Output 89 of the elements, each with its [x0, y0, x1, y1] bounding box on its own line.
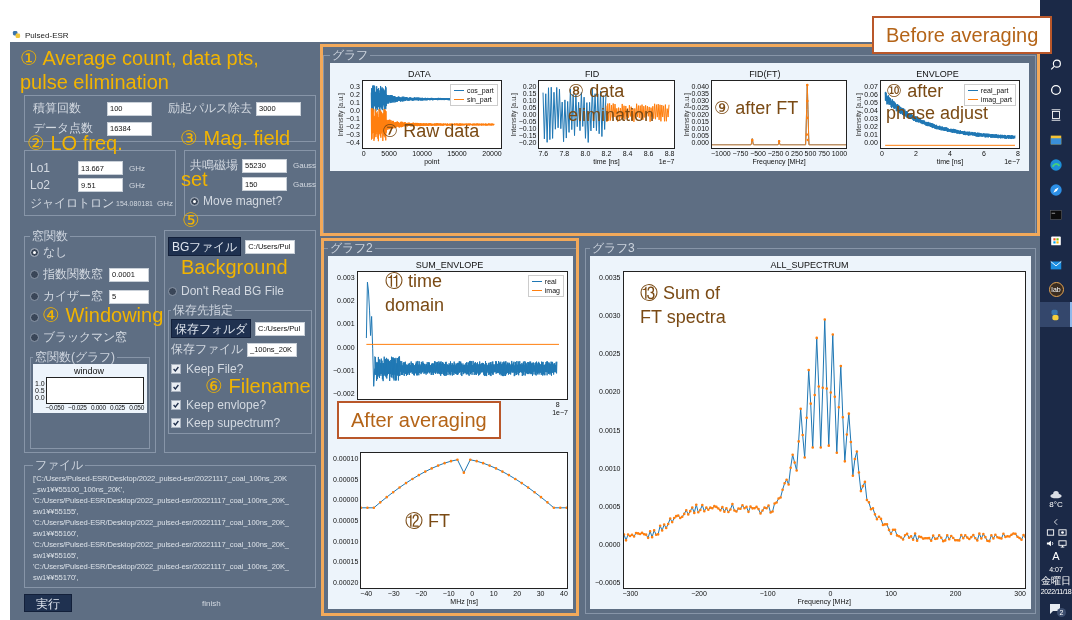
taskbar-button[interactable]: [1040, 302, 1072, 327]
window-title: Pulsed-ESR: [25, 31, 69, 40]
annotation-text: Before averaging: [872, 16, 1053, 54]
group-label: グラフ2: [329, 242, 374, 254]
radio-button[interactable]: [30, 248, 39, 257]
annotation-text: ④ Windowing: [42, 305, 164, 325]
plot-title: FID: [583, 68, 601, 80]
plot-title: SUM_ENVLOPE: [414, 259, 485, 271]
field-label: 励起パルス除去: [168, 100, 252, 117]
app-icon: [12, 30, 21, 39]
annotation-text: domain: [385, 294, 445, 316]
field-label: 保存ファイル: [171, 341, 243, 358]
checkbox[interactable]: [171, 381, 181, 392]
annotation-text: ③ Mag. field: [180, 128, 291, 148]
option-label: Keep supectrum?: [186, 415, 281, 430]
checkbox[interactable]: [171, 417, 181, 428]
unit-label: Gauss: [293, 179, 317, 189]
annotation-text: ⑥ Filename: [205, 376, 311, 396]
option-label: Move magnet?: [203, 194, 283, 208]
option-label: カイザー窓: [43, 289, 103, 303]
field-label: Lo2: [30, 178, 52, 192]
annotation-text: ⑤: [182, 210, 200, 230]
plot-title: DATA: [407, 68, 432, 80]
annotation-text: ⑧ data: [568, 80, 625, 102]
annotation-text: ① Average count, data pts,: [20, 48, 259, 68]
network-icon: [1057, 539, 1067, 548]
plot-title: window: [73, 365, 105, 377]
terminal-icon: [1049, 207, 1063, 222]
clock-day: 金曜日: [1041, 575, 1071, 587]
device-icon: [1045, 528, 1055, 537]
group-label: 窓関数(グラフ): [34, 351, 116, 363]
group-label: ファイル: [34, 459, 84, 471]
bg-file-button[interactable]: BGファイル: [168, 237, 242, 256]
annotation-text: Background: [181, 257, 288, 277]
group-label: グラフ: [331, 49, 369, 61]
cloud-icon: [1049, 490, 1063, 499]
radio-button[interactable]: [30, 270, 39, 279]
plot-title: FID(FT): [748, 68, 782, 80]
message-icon: [1049, 603, 1061, 615]
annotation-text: After averaging: [337, 401, 501, 439]
field-label: ジャイロトロン: [30, 195, 114, 212]
option-label: 指数関数窓: [43, 267, 103, 281]
field-label: Lo1: [30, 161, 52, 175]
camera-icon: [1057, 528, 1067, 537]
unit-label: Gauss: [293, 161, 317, 170]
unit-label: GHz: [129, 163, 145, 173]
option-label: Keep envlope?: [186, 397, 267, 412]
group-label: 窓関数: [31, 230, 69, 242]
option-label: Don't Read BG File: [181, 284, 284, 298]
chevron-icon: [1052, 518, 1060, 526]
task-view-icon: [1049, 107, 1063, 122]
input-mode-text[interactable]: A: [1052, 551, 1060, 562]
plot-title: ENVLOPE: [915, 68, 960, 80]
radio-button[interactable]: [30, 312, 39, 322]
annotation-text: ② LO freq.: [27, 133, 123, 153]
status-text: finish: [201, 598, 222, 608]
option-label: なし: [43, 245, 67, 259]
speaker-icon: [1045, 539, 1055, 548]
field-label: データ点数: [33, 120, 94, 135]
annotation-text: ⑪ time: [385, 270, 442, 292]
checkbox[interactable]: [171, 363, 181, 374]
swirl-icon: [1049, 157, 1063, 172]
annotation-text: ⑫ FT: [405, 510, 450, 532]
checkbox[interactable]: [171, 399, 181, 410]
annotation-text: pulse elimination: [20, 72, 169, 92]
temperature-text: 8°C: [1049, 499, 1063, 510]
save-folder-button[interactable]: 保存フォルダ: [171, 319, 251, 338]
group-label: グラフ3: [591, 242, 636, 254]
unit-label: GHz: [157, 199, 173, 208]
radio-button[interactable]: [168, 286, 177, 296]
unit-label: GHz: [129, 180, 145, 190]
run-button[interactable]: 実行: [24, 594, 72, 612]
annotation-text: ⑬ Sum of: [640, 282, 721, 304]
field-label: 共鳴磁場: [190, 158, 238, 172]
radio-button[interactable]: [190, 196, 199, 206]
annotation-text: ⑨ after FT: [714, 97, 799, 119]
group-label: 保存先指定: [172, 304, 234, 316]
search-icon: [1049, 57, 1063, 72]
radio-button[interactable]: [30, 292, 39, 301]
circle-icon: [1049, 82, 1063, 97]
plot-title: ALL_SUPECTRUM: [769, 259, 850, 271]
option-label: Keep File?: [186, 361, 244, 376]
option-label: ブラックマン窓: [43, 330, 127, 344]
radio-button[interactable]: [30, 333, 39, 342]
field-label: 積算回数: [33, 100, 82, 117]
annotation-text: elimination: [568, 104, 655, 126]
compass-icon: [1049, 182, 1063, 197]
annotation-text: FT spectra: [640, 306, 726, 328]
annotation-text: ⑩ after: [886, 80, 944, 102]
